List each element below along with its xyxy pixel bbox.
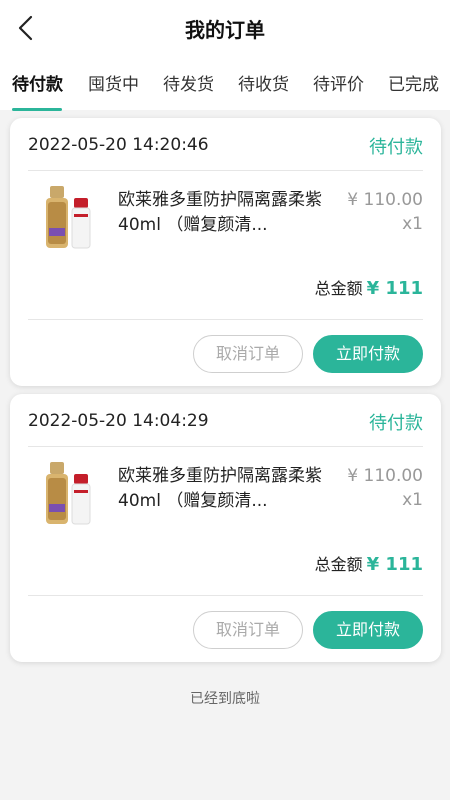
pay-now-button[interactable]: 立即付款 xyxy=(313,335,423,373)
end-of-list-text: 已经到底啦 xyxy=(190,691,260,707)
divider xyxy=(28,319,423,320)
pay-now-button[interactable]: 立即付款 xyxy=(313,611,423,649)
order-datetime: 2022-05-20 14:20:46 xyxy=(28,135,209,155)
total-label: 总金额 xyxy=(314,555,363,574)
tab-pending-receipt[interactable]: 待收货 xyxy=(238,70,289,95)
product-price: ¥ 110.00 xyxy=(347,466,423,486)
product-image[interactable] xyxy=(36,460,106,530)
cancel-order-button[interactable]: 取消订单 xyxy=(193,611,303,649)
order-status: 待付款 xyxy=(369,137,423,158)
product-price: ¥ 110.00 xyxy=(347,190,423,210)
product-quantity: x1 xyxy=(402,214,423,234)
tab-pending-review[interactable]: 待评价 xyxy=(313,70,364,95)
tab-completed[interactable]: 已完成 xyxy=(388,70,439,95)
product-name[interactable]: 欧莱雅多重防护隔离露柔紫40ml （赠复颜清... xyxy=(118,188,328,238)
order-card[interactable]: 2022-05-20 14:04:29 待付款 欧莱雅多重防护隔离露柔紫40ml… xyxy=(10,394,441,662)
tab-pending-shipment[interactable]: 待发货 xyxy=(163,70,214,95)
product-image[interactable] xyxy=(36,184,106,254)
order-card[interactable]: 2022-05-20 14:20:46 待付款 欧莱雅多重防护隔离露柔紫40ml… xyxy=(10,118,441,386)
order-status: 待付款 xyxy=(369,413,423,434)
total-label: 总金额 xyxy=(314,279,363,298)
page-title: 我的订单 xyxy=(185,18,265,42)
divider xyxy=(28,170,423,171)
active-tab-indicator xyxy=(12,108,62,111)
total-amount: ¥ 111 xyxy=(366,554,423,575)
cancel-order-button[interactable]: 取消订单 xyxy=(193,335,303,373)
product-name[interactable]: 欧莱雅多重防护隔离露柔紫40ml （赠复颜清... xyxy=(118,464,328,514)
order-tabs: 待付款 囤货中 待发货 待收货 待评价 已完成 xyxy=(0,70,450,111)
order-total: 总金额 ¥ 111 xyxy=(315,551,423,575)
top-bar: 我的订单 待付款 囤货中 待发货 待收货 待评价 已完成 xyxy=(0,0,450,111)
divider xyxy=(28,595,423,596)
product-quantity: x1 xyxy=(402,490,423,510)
tab-pending-payment[interactable]: 待付款 xyxy=(12,70,63,95)
total-amount: ¥ 111 xyxy=(366,278,423,299)
tab-stocking[interactable]: 囤货中 xyxy=(88,70,139,95)
order-datetime: 2022-05-20 14:04:29 xyxy=(28,411,209,431)
order-total: 总金额 ¥ 111 xyxy=(315,275,423,299)
divider xyxy=(28,446,423,447)
